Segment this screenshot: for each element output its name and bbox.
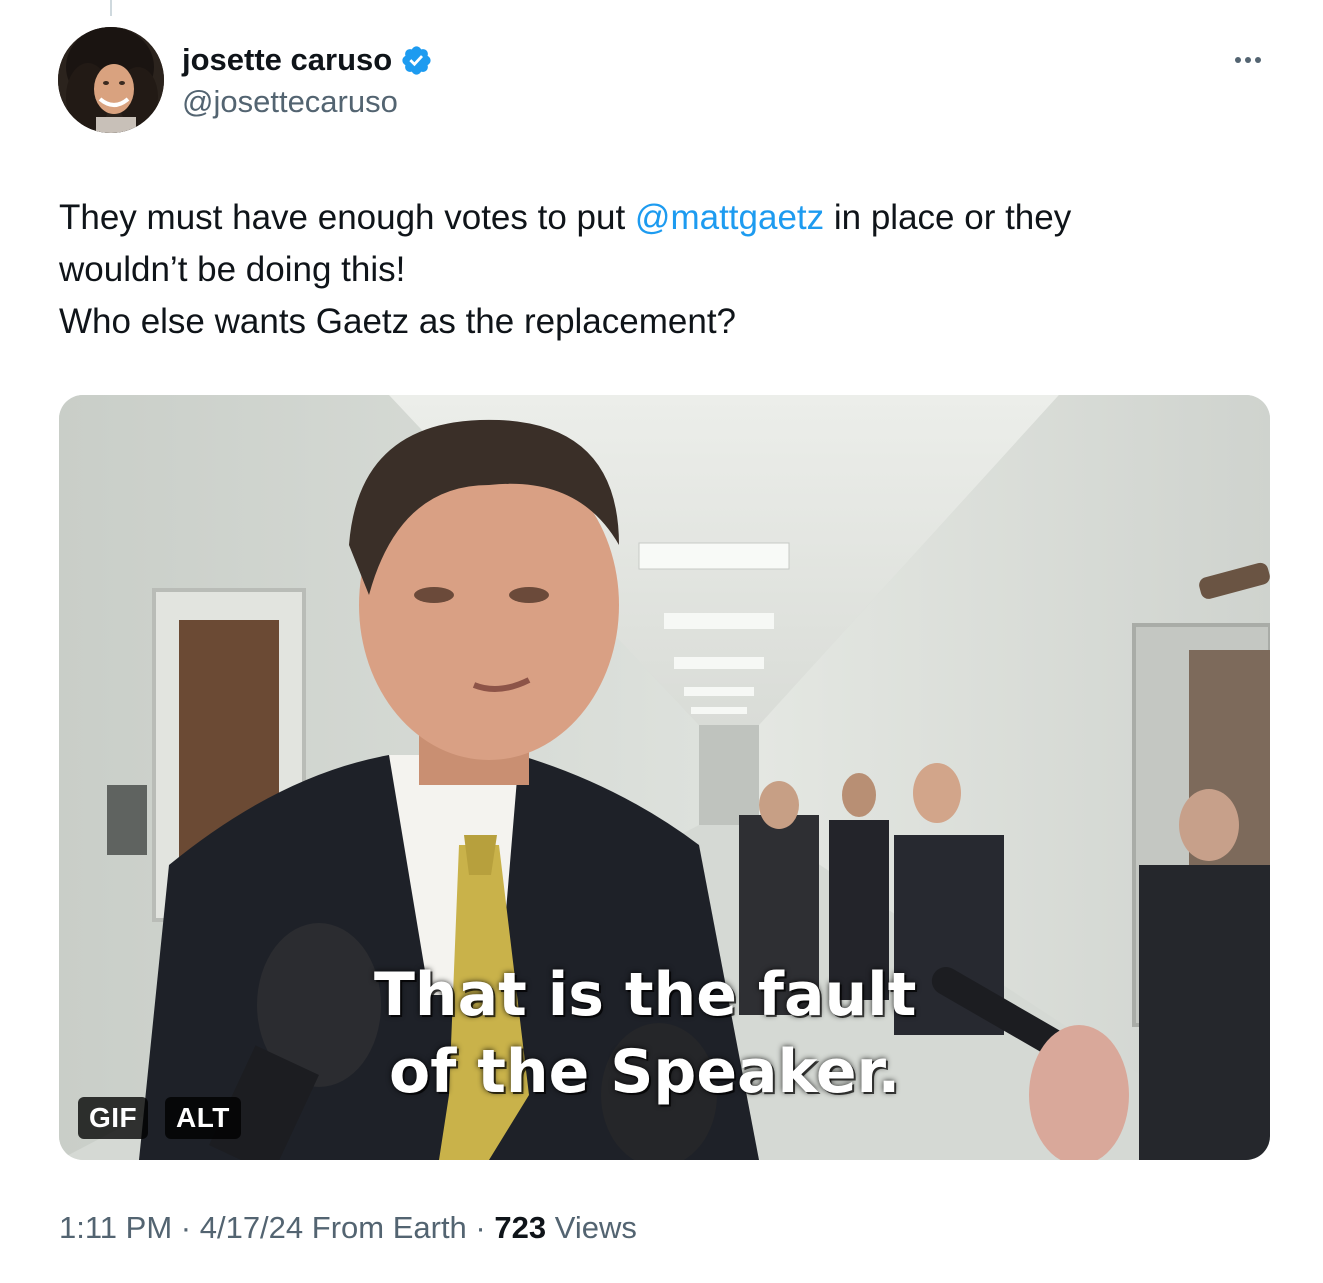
tweet-meta: 1:11 PM · 4/17/24 From Earth · 723 Views: [59, 1210, 637, 1246]
thread-connector-line: [110, 0, 112, 16]
alt-text-badge[interactable]: ALT: [165, 1097, 241, 1139]
meta-separator: ·: [466, 1210, 495, 1245]
tweet-text-line-1: They must have enough votes to put @matt…: [59, 192, 1259, 244]
mention-link[interactable]: @mattgaetz: [635, 198, 824, 237]
author-handle[interactable]: @josettecaruso: [182, 84, 433, 120]
avatar-photo: [58, 27, 164, 133]
gif-caption-line-1: That is the fault: [374, 960, 917, 1030]
tweet-date[interactable]: 4/17/24: [200, 1210, 303, 1245]
author-info: josette caruso @josettecaruso: [182, 40, 433, 120]
views-label: Views: [546, 1210, 637, 1245]
gif-media[interactable]: That is the fault of the Speaker. GIF AL…: [59, 395, 1270, 1160]
gif-badge: GIF: [78, 1097, 149, 1139]
more-options-icon[interactable]: [1224, 48, 1272, 72]
meta-separator: ·: [172, 1210, 200, 1245]
tweet-source: From Earth: [303, 1210, 467, 1245]
tweet-text-line-2: wouldn’t be doing this!: [59, 250, 406, 289]
tweet-text-part: They must have enough votes to put: [59, 198, 635, 237]
gif-caption-line-2: of the Speaker.: [389, 1037, 901, 1107]
author-display-name[interactable]: josette caruso: [182, 42, 392, 78]
tweet-text-part: in place or they: [824, 198, 1072, 237]
tweet-text-line-3: Who else wants Gaetz as the replacement?: [59, 302, 737, 341]
views-count[interactable]: 723: [494, 1210, 546, 1245]
display-name-row: josette caruso: [182, 40, 433, 80]
verified-badge-icon[interactable]: [400, 44, 433, 77]
tweet-text: They must have enough votes to put @matt…: [59, 192, 1259, 348]
avatar[interactable]: [58, 27, 164, 133]
tweet-time[interactable]: 1:11 PM: [59, 1210, 172, 1245]
